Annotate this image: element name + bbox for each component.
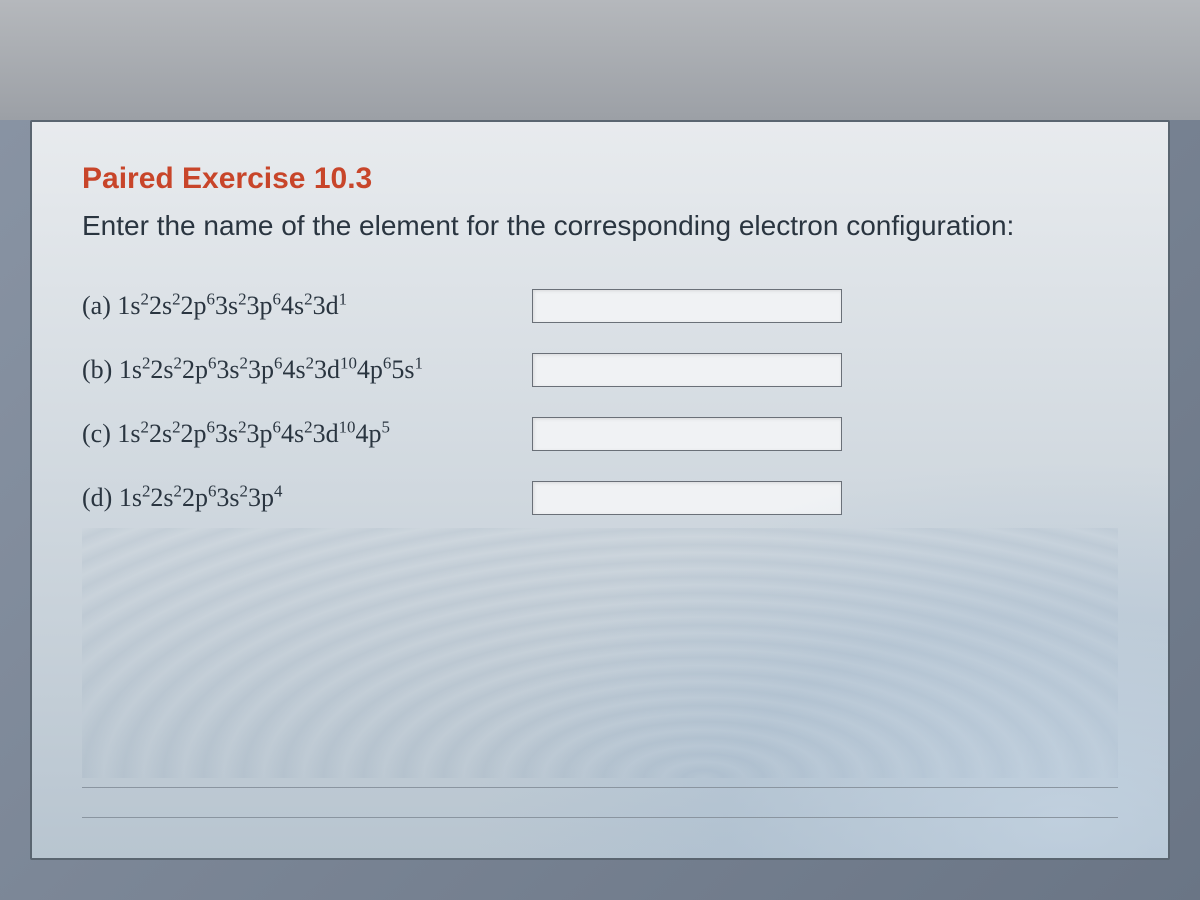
divider-line (82, 817, 1118, 818)
glare-overlay (468, 458, 1168, 858)
question-label-a: (a) 1s22s22p63s23p64s23d1 (82, 291, 532, 321)
exercise-title: Paired Exercise 10.3 (82, 162, 1118, 196)
question-row-b: (b) 1s22s22p63s23p64s23d104p65s1 (82, 353, 1118, 387)
question-row-d: (d) 1s22s22p63s23p4 (82, 481, 1118, 515)
answer-input-b[interactable] (532, 353, 842, 387)
question-row-a: (a) 1s22s22p63s23p64s23d1 (82, 289, 1118, 323)
question-row-c: (c) 1s22s22p63s23p64s23d104p5 (82, 417, 1118, 451)
question-label-b: (b) 1s22s22p63s23p64s23d104p65s1 (82, 355, 532, 385)
top-backdrop (0, 0, 1200, 120)
exercise-prompt: Enter the name of the element for the co… (82, 208, 1118, 244)
exercise-panel: Paired Exercise 10.3 Enter the name of t… (30, 120, 1170, 860)
answer-input-d[interactable] (532, 481, 842, 515)
answer-input-a[interactable] (532, 289, 842, 323)
divider-line (82, 787, 1118, 788)
answer-input-c[interactable] (532, 417, 842, 451)
question-label-d: (d) 1s22s22p63s23p4 (82, 483, 532, 513)
question-label-c: (c) 1s22s22p63s23p64s23d104p5 (82, 419, 532, 449)
glare-ripple (82, 528, 1118, 778)
